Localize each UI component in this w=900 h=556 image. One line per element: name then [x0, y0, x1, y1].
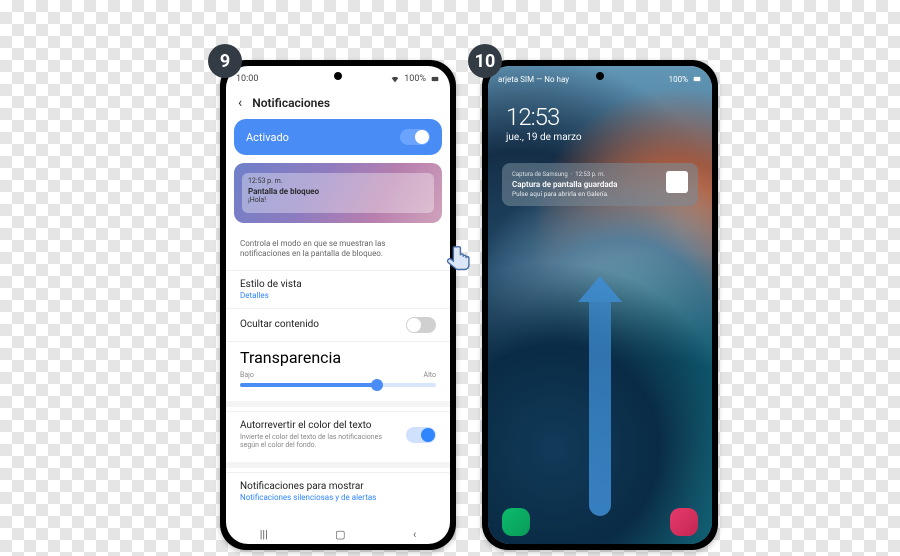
lock-battery-text: 100% [669, 75, 688, 84]
preview-time: 12:53 p. m. [248, 177, 428, 185]
wifi-icon [390, 74, 400, 84]
view-style-label: Estilo de vista [240, 279, 436, 290]
hide-content-label: Ocultar contenido [240, 319, 319, 330]
phone-app-icon[interactable] [502, 508, 530, 536]
nav-recents-icon[interactable]: ||| [260, 528, 268, 541]
page-header: ‹ Notificaciones [226, 89, 450, 119]
to-show-value: Notificaciones silenciosas y de alertas [240, 493, 436, 502]
camera-app-icon[interactable] [670, 508, 698, 536]
auto-color-row[interactable]: Autorrevertir el color del texto Inviert… [226, 411, 450, 458]
auto-color-toggle[interactable] [406, 427, 436, 443]
description-text: Controla el modo en que se muestran las … [226, 231, 450, 270]
transparency-slider[interactable] [240, 383, 436, 387]
sim-status-text: arjeta SIM — No hay [498, 75, 569, 84]
back-icon[interactable]: ‹ [238, 95, 242, 111]
hide-content-row[interactable]: Ocultar contenido [226, 308, 450, 341]
nav-home-icon[interactable]: ▢ [335, 528, 345, 541]
step-badge-10: 10 [468, 44, 502, 78]
hide-content-toggle[interactable] [406, 317, 436, 333]
nav-back-icon[interactable]: ‹ [413, 528, 416, 541]
phone-mockup-10: arjeta SIM — No hay 100% 12:53 jue., 19 … [482, 60, 718, 550]
lock-time: 12:53 [506, 103, 694, 131]
front-camera-2 [596, 72, 604, 80]
transparency-row: Transparencia Bajo Alto [226, 341, 450, 397]
lock-screen[interactable]: arjeta SIM — No hay 100% 12:53 jue., 19 … [488, 66, 712, 544]
notif-thumbnail [666, 171, 688, 193]
lock-notification-card[interactable]: Captura de Samsung · 12:53 p. m. Captura… [502, 163, 698, 206]
preview-title: Pantalla de bloqueo [248, 187, 428, 196]
pointer-hand-icon [442, 244, 476, 278]
android-navbar: ||| ▢ ‹ [226, 524, 450, 544]
notif-subtitle: Pulse aquí para abrirla en Galería. [512, 190, 658, 198]
lock-clock: 12:53 jue., 19 de marzo [488, 89, 712, 147]
front-camera [334, 72, 342, 80]
auto-color-sub: Invierte el color del texto de las notif… [240, 433, 400, 450]
battery-icon [692, 74, 702, 84]
battery-icon [430, 74, 440, 84]
auto-color-label: Autorrevertir el color del texto [240, 420, 400, 431]
activado-toggle[interactable] [400, 129, 430, 145]
activado-toggle-row[interactable]: Activado [234, 119, 442, 155]
transparency-label: Transparencia [240, 348, 436, 367]
section-separator-2 [226, 462, 450, 468]
status-time: 10:00 [236, 74, 258, 84]
preview-body: ¡Hola! [248, 196, 428, 204]
lockscreen-preview: 12:53 p. m. Pantalla de bloqueo ¡Hola! [234, 163, 442, 223]
notif-title: Captura de pantalla guardada [512, 180, 658, 189]
page-title: Notificaciones [252, 96, 330, 110]
to-show-label: Notificaciones para mostrar [240, 481, 436, 492]
transparency-low: Bajo [240, 371, 254, 379]
swipe-up-arrow [586, 276, 614, 516]
notif-timestamp: 12:53 p. m. [575, 171, 605, 178]
view-style-row[interactable]: Estilo de vista Detalles [226, 270, 450, 308]
phone-mockup-9: 10:00 100% ‹ Notificaciones Activado 12:… [220, 60, 456, 550]
notifications-to-show-row[interactable]: Notificaciones para mostrar Notificacion… [226, 472, 450, 510]
status-battery: 100% [404, 74, 426, 84]
notif-source: Captura de Samsung [512, 171, 568, 178]
step-badge-9: 9 [208, 44, 242, 78]
lock-date: jue., 19 de marzo [506, 132, 694, 143]
view-style-value: Detalles [240, 291, 436, 300]
transparency-high: Alto [424, 371, 436, 379]
section-separator [226, 401, 450, 407]
activado-label: Activado [246, 131, 289, 144]
settings-screen: 10:00 100% ‹ Notificaciones Activado 12:… [226, 66, 450, 544]
